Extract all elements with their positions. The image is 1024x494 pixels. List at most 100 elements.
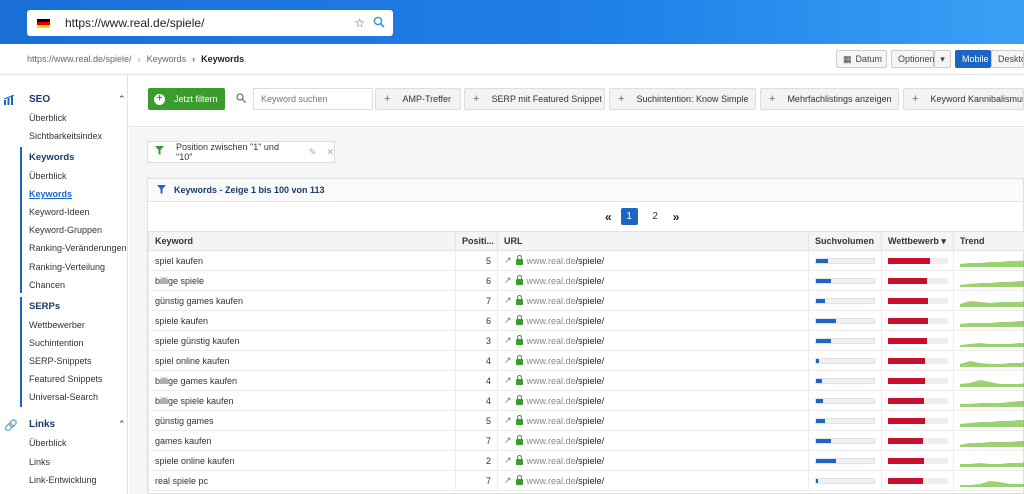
url-domain[interactable]: www.real.de	[527, 336, 576, 346]
sidebar-item-ueberblick[interactable]: Überblick	[29, 113, 67, 123]
mobile-toggle[interactable]: Mobile	[955, 50, 991, 68]
table-row[interactable]: billige spiele 6 ↗ www.real.de/spiele/	[148, 270, 1024, 291]
url-domain[interactable]: www.real.de	[527, 276, 576, 286]
url-domain[interactable]: www.real.de	[527, 256, 576, 266]
sidebar-item-keyword-ideen[interactable]: Keyword-Ideen	[29, 207, 90, 217]
url-domain[interactable]: www.real.de	[527, 476, 576, 486]
keyword-cell[interactable]: spiele online kaufen	[148, 450, 456, 471]
table-row[interactable]: real spiele pc 7 ↗ www.real.de/spiele/	[148, 470, 1024, 491]
keyword-cell[interactable]: günstig games kaufen	[148, 290, 456, 311]
keyword-cell[interactable]: spiel kaufen	[148, 250, 456, 271]
url-domain[interactable]: www.real.de	[527, 456, 576, 466]
table-row[interactable]: spiele günstig kaufen 3 ↗ www.real.de/sp…	[148, 330, 1024, 351]
url-domain[interactable]: www.real.de	[527, 416, 576, 426]
table-row[interactable]: spiele online kaufen 2 ↗ www.real.de/spi…	[148, 450, 1024, 471]
active-filter-chip[interactable]: Position zwischen "1" und "10" ✎ ✕	[147, 141, 335, 163]
keyword-cell[interactable]: real spiele pc	[148, 470, 456, 491]
prev-page-icon[interactable]: «	[605, 210, 612, 224]
sidebar-item-universal-search[interactable]: Universal-Search	[29, 392, 98, 402]
sidebar-item-keywords-ueberblick[interactable]: Überblick	[29, 171, 67, 181]
external-link-icon[interactable]: ↗	[504, 375, 512, 386]
search-icon[interactable]	[373, 16, 385, 31]
chip-keyword-kannibalismus[interactable]: + Keyword Kannibalismus	[903, 88, 1024, 110]
external-link-icon[interactable]: ↗	[504, 355, 512, 366]
sidebar-item-wettbewerber[interactable]: Wettbewerber	[29, 320, 85, 330]
close-icon[interactable]: ✕	[326, 147, 334, 158]
sidebar-item-chancen[interactable]: Chancen	[29, 280, 65, 290]
keyword-cell[interactable]: games kaufen	[148, 430, 456, 451]
keyword-cell[interactable]: spiele kaufen	[148, 310, 456, 331]
optionen-dropdown-button[interactable]: ▾	[934, 50, 951, 68]
table-row[interactable]: billige spiele kaufen 4 ↗ www.real.de/sp…	[148, 390, 1024, 411]
table-row[interactable]: games kaufen 7 ↗ www.real.de/spiele/	[148, 430, 1024, 451]
external-link-icon[interactable]: ↗	[504, 315, 512, 326]
chevron-up-icon[interactable]: ⌃	[118, 419, 126, 430]
url-path[interactable]: /spiele/	[576, 436, 605, 446]
external-link-icon[interactable]: ↗	[504, 295, 512, 306]
chip-amp-treffer[interactable]: + AMP-Treffer	[375, 88, 461, 110]
url-domain[interactable]: www.real.de	[527, 396, 576, 406]
table-row[interactable]: spiel online kaufen 4 ↗ www.real.de/spie…	[148, 350, 1024, 371]
col-keyword[interactable]: Keyword	[148, 231, 456, 251]
table-row[interactable]: günstig games kaufen 7 ↗ www.real.de/spi…	[148, 290, 1024, 311]
url-path[interactable]: /spiele/	[576, 256, 605, 266]
url-domain[interactable]: www.real.de	[527, 356, 576, 366]
keyword-cell[interactable]: billige spiele kaufen	[148, 390, 456, 411]
keyword-cell[interactable]: billige games kaufen	[148, 370, 456, 391]
edit-icon[interactable]: ✎	[309, 147, 317, 158]
external-link-icon[interactable]: ↗	[504, 435, 512, 446]
chevron-up-icon[interactable]: ⌃	[118, 94, 126, 105]
apply-filter-button[interactable]: + Jetzt filtern	[148, 88, 225, 110]
external-link-icon[interactable]: ↗	[504, 395, 512, 406]
next-page-icon[interactable]: »	[673, 210, 680, 224]
chip-mehrfachlistings[interactable]: + Mehrfachlistings anzeigen	[760, 88, 899, 110]
col-trend[interactable]: Trend	[953, 231, 1024, 251]
sidebar-item-serp-snippets[interactable]: SERP-Snippets	[29, 356, 92, 366]
sidebar-item-sichtbarkeitsindex[interactable]: Sichtbarkeitsindex	[29, 131, 102, 141]
sidebar-item-links[interactable]: Links	[29, 457, 50, 467]
page-2[interactable]: 2	[647, 208, 664, 225]
address-bar[interactable]: https://www.real.de/spiele/ ☆	[27, 10, 393, 36]
url-path[interactable]: /spiele/	[576, 456, 605, 466]
datum-button[interactable]: ▦ Datum	[836, 50, 887, 68]
keyword-cell[interactable]: günstig games	[148, 410, 456, 431]
external-link-icon[interactable]: ↗	[504, 455, 512, 466]
keyword-cell[interactable]: spiele günstig kaufen	[148, 330, 456, 351]
chip-serp-featured-snippet[interactable]: + SERP mit Featured Snippet	[464, 88, 605, 110]
keyword-cell[interactable]: spiel online kaufen	[148, 350, 456, 371]
url-domain[interactable]: www.real.de	[527, 376, 576, 386]
sidebar-item-keyword-gruppen[interactable]: Keyword-Gruppen	[29, 225, 102, 235]
sidebar-item-link-entwicklung[interactable]: Link-Entwicklung	[29, 475, 97, 485]
sidebar-item-ranking-veraenderungen[interactable]: Ranking-Veränderungen	[29, 243, 127, 253]
page-1[interactable]: 1	[620, 208, 638, 225]
sidebar-section-links[interactable]: Links	[29, 419, 55, 430]
star-icon[interactable]: ☆	[354, 16, 365, 30]
keyword-search-input[interactable]	[253, 88, 373, 110]
url-path[interactable]: /spiele/	[576, 296, 605, 306]
url-path[interactable]: /spiele/	[576, 356, 605, 366]
url-text[interactable]: https://www.real.de/spiele/	[65, 16, 354, 30]
external-link-icon[interactable]: ↗	[504, 415, 512, 426]
url-domain[interactable]: www.real.de	[527, 436, 576, 446]
url-path[interactable]: /spiele/	[576, 316, 605, 326]
table-row[interactable]: billige games kaufen 4 ↗ www.real.de/spi…	[148, 370, 1024, 391]
url-path[interactable]: /spiele/	[576, 276, 605, 286]
sidebar-item-links-ueberblick[interactable]: Überblick	[29, 438, 67, 448]
sidebar-item-featured-snippets[interactable]: Featured Snippets	[29, 374, 103, 384]
col-suchvolumen[interactable]: Suchvolumen	[808, 231, 882, 251]
url-path[interactable]: /spiele/	[576, 396, 605, 406]
table-row[interactable]: spiele kaufen 6 ↗ www.real.de/spiele/	[148, 310, 1024, 331]
url-domain[interactable]: www.real.de	[527, 316, 576, 326]
url-domain[interactable]: www.real.de	[527, 296, 576, 306]
chip-suchintention[interactable]: + Suchintention: Know Simple	[609, 88, 756, 110]
external-link-icon[interactable]: ↗	[504, 335, 512, 346]
external-link-icon[interactable]: ↗	[504, 475, 512, 486]
url-path[interactable]: /spiele/	[576, 336, 605, 346]
sidebar-section-seo[interactable]: SEO	[29, 94, 50, 105]
sidebar-item-suchintention[interactable]: Suchintention	[29, 338, 84, 348]
table-row[interactable]: günstig games 5 ↗ www.real.de/spiele/	[148, 410, 1024, 431]
sidebar-item-ranking-verteilung[interactable]: Ranking-Verteilung	[29, 262, 105, 272]
table-row[interactable]: spiel kaufen 5 ↗ www.real.de/spiele/	[148, 250, 1024, 271]
optionen-button[interactable]: Optionen	[891, 50, 935, 68]
desktop-toggle[interactable]: Desktop	[991, 50, 1024, 68]
